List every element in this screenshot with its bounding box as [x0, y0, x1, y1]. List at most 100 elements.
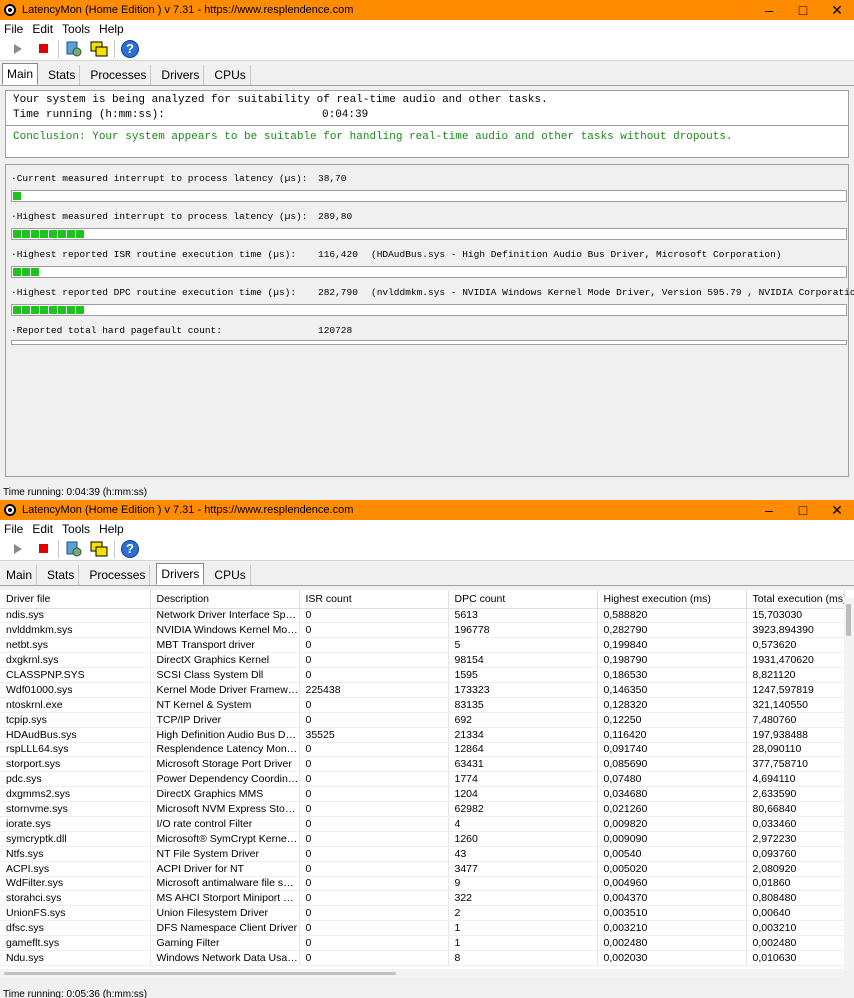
maximize-icon[interactable]: □: [786, 0, 820, 20]
table-row[interactable]: rspLLL64.sys Resplendence Latency Monit..…: [0, 742, 845, 758]
table-row[interactable]: WdFilter.sys Microsoft antimalware file s…: [0, 876, 845, 892]
cell-description: Resplendence Latency Monit...: [150, 742, 300, 758]
cell-isr-count: 0: [299, 876, 449, 892]
play-icon[interactable]: [8, 39, 28, 59]
metric-detail-dpc-time: (nvlddmkm.sys - NVIDIA Windows Kernel Mo…: [371, 287, 854, 298]
cell-description: Microsoft Storage Port Driver: [150, 756, 300, 773]
table-row[interactable]: Ntfs.sys NT File System Driver 0 43 0,00540 0…: [0, 846, 845, 862]
table-row[interactable]: dfsc.sys DFS Namespace Client Driver 0 1 0,0…: [0, 920, 845, 937]
table-row[interactable]: pdc.sys Power Dependency Coordinat... 0 177…: [0, 771, 845, 788]
table-row[interactable]: gameflt.sys Gaming Filter 0 1 0,002480 0,0024…: [0, 935, 845, 951]
table-row[interactable]: ACPI.sys ACPI Driver for NT 0 3477 0,005020 2…: [0, 861, 845, 877]
cell-highest-execution: 0,128320: [597, 697, 747, 713]
tab-processes[interactable]: Processes: [86, 65, 152, 85]
time-running-label: Time running (h:mm:ss):: [13, 109, 165, 121]
table-row[interactable]: Wdf01000.sys Kernel Mode Driver Framewor.…: [0, 682, 845, 698]
vertical-scrollbar[interactable]: [844, 598, 854, 970]
table-row[interactable]: dxgmms2.sys DirectX Graphics MMS 0 1204 0,03…: [0, 786, 845, 803]
bar-segment: [31, 268, 39, 276]
menu-edit[interactable]: Edit: [32, 522, 53, 536]
table-row[interactable]: storport.sys Microsoft Storage Port Drive…: [0, 756, 845, 773]
menu-tools[interactable]: Tools: [62, 22, 90, 36]
cell-description: Microsoft antimalware file sys...: [150, 876, 300, 892]
tab-drivers[interactable]: Drivers: [156, 563, 205, 585]
table-row[interactable]: ndis.sys Network Driver Interface Speci..…: [0, 608, 845, 624]
table-row[interactable]: stornvme.sys Microsoft NVM Express Storp.…: [0, 801, 845, 817]
menu-edit[interactable]: Edit: [32, 22, 53, 36]
minimize-icon[interactable]: –: [752, 0, 786, 20]
close-icon[interactable]: ✕: [820, 0, 854, 20]
bar-segment: [31, 230, 39, 238]
menu-help[interactable]: Help: [99, 22, 124, 36]
cell-dpc-count: 2: [448, 905, 598, 922]
help-icon[interactable]: ?: [120, 539, 140, 559]
cell-total-execution: 0,573620: [746, 637, 845, 654]
table-row[interactable]: CLASSPNP.SYS SCSI Class System Dll 0 1595 0,…: [0, 667, 845, 683]
menu-file[interactable]: File: [4, 522, 23, 536]
column-header-highest-execution[interactable]: Highest execution (ms): [597, 590, 747, 609]
title-bar[interactable]: LatencyMon (Home Edition ) v 7.31 - http…: [0, 500, 854, 520]
table-row[interactable]: UnionFS.sys Union Filesystem Driver 0 2 0,00…: [0, 905, 845, 922]
tab-stats[interactable]: Stats: [43, 565, 80, 585]
cell-total-execution: 4,694110: [746, 771, 845, 788]
cell-isr-count: 0: [299, 846, 449, 862]
stop-icon[interactable]: [33, 539, 53, 559]
table-row[interactable]: ntoskrnl.exe NT Kernel & System 0 83135 0,12…: [0, 697, 845, 713]
column-header-total-execution[interactable]: Total execution (ms): [746, 590, 845, 609]
tab-stats[interactable]: Stats: [44, 65, 81, 85]
maximize-icon[interactable]: □: [786, 500, 820, 520]
menu-help[interactable]: Help: [99, 522, 124, 536]
tab-cpus[interactable]: CPUs: [210, 65, 251, 85]
tab-main[interactable]: Main: [2, 565, 38, 585]
scroll-thumb[interactable]: [4, 972, 396, 975]
close-icon[interactable]: ✕: [820, 500, 854, 520]
cell-highest-execution: 0,004960: [597, 876, 747, 892]
cell-total-execution: 80,66840: [746, 801, 845, 817]
table-row[interactable]: netbt.sys MBT Transport driver 0 5 0,199840 0…: [0, 637, 845, 654]
help-icon[interactable]: ?: [120, 39, 140, 59]
tools-icon[interactable]: [64, 539, 84, 559]
table-row[interactable]: HDAudBus.sys High Definition Audio Bus Dr…: [0, 727, 845, 743]
play-icon[interactable]: [8, 539, 28, 559]
windows-icon[interactable]: [89, 39, 109, 59]
window-main-tab: LatencyMon (Home Edition ) v 7.31 - http…: [0, 0, 854, 500]
menu-tools[interactable]: Tools: [62, 522, 90, 536]
tab-main[interactable]: Main: [2, 63, 39, 85]
tab-processes[interactable]: Processes: [85, 565, 151, 585]
cell-isr-count: 0: [299, 637, 449, 654]
column-header-dpc-count[interactable]: DPC count: [448, 590, 598, 609]
table-row[interactable]: tcpip.sys TCP/IP Driver 0 692 0,12250 7,48076…: [0, 712, 845, 728]
windows-icon[interactable]: [89, 539, 109, 559]
tab-drivers[interactable]: Drivers: [157, 65, 205, 85]
table-row[interactable]: iorate.sys I/O rate control Filter 0 4 0,009…: [0, 816, 845, 832]
cell-highest-execution: 0,00540: [597, 846, 747, 862]
table-row[interactable]: storahci.sys MS AHCI Storport Miniport Dr…: [0, 890, 845, 907]
bar-fill: [13, 306, 85, 314]
tab-cpus[interactable]: CPUs: [210, 565, 251, 585]
column-header-description[interactable]: Description: [150, 590, 300, 609]
bar-segment: [13, 306, 21, 314]
cell-description: Microsoft® SymCrypt Kernel ...: [150, 831, 300, 847]
stop-icon[interactable]: [33, 39, 53, 59]
menu-file[interactable]: File: [4, 22, 23, 36]
cell-driver-file: dfsc.sys: [0, 920, 151, 937]
column-header-driver-file[interactable]: Driver file: [0, 590, 151, 609]
title-bar[interactable]: LatencyMon (Home Edition ) v 7.31 - http…: [0, 0, 854, 20]
minimize-icon[interactable]: –: [752, 500, 786, 520]
table-row[interactable]: nvlddmkm.sys NVIDIA Windows Kernel Mod...…: [0, 622, 845, 639]
tools-icon[interactable]: [64, 39, 84, 59]
table-row[interactable]: dxgkrnl.sys DirectX Graphics Kernel 0 98154…: [0, 652, 845, 669]
table-row[interactable]: symcryptk.dll Microsoft® SymCrypt Kernel …: [0, 831, 845, 847]
cell-highest-execution: 0,021260: [597, 801, 747, 817]
cell-dpc-count: 5: [448, 637, 598, 654]
cell-total-execution: 8,821120: [746, 667, 845, 683]
cell-total-execution: 1931,470620: [746, 652, 845, 669]
table-row[interactable]: Ndu.sys Windows Network Data Usag... 0 8 0,0…: [0, 950, 845, 966]
cell-isr-count: 0: [299, 920, 449, 937]
horizontal-scrollbar[interactable]: [0, 969, 844, 977]
cell-total-execution: 2,633590: [746, 786, 845, 803]
scroll-thumb[interactable]: [846, 604, 851, 636]
column-header-isr-count[interactable]: ISR count: [299, 590, 449, 609]
bar-segment: [22, 230, 30, 238]
cell-driver-file: symcryptk.dll: [0, 831, 151, 847]
